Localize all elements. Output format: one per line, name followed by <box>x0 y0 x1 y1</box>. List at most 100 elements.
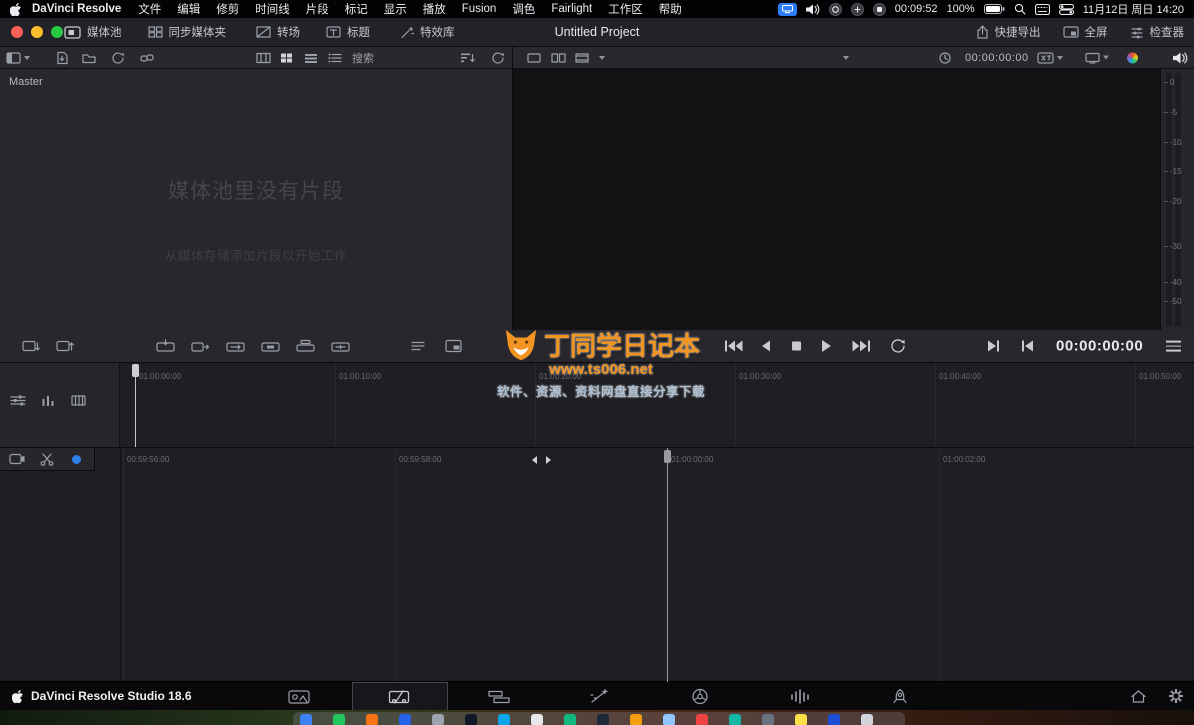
status-circle-icon-2[interactable] <box>851 3 864 16</box>
range-select-tool-icon[interactable] <box>22 339 40 353</box>
jump-to-end-icon[interactable] <box>986 340 1001 353</box>
menubar-menu-item[interactable]: 显示 <box>376 1 415 17</box>
menubar-menu-item[interactable]: Fusion <box>454 3 505 15</box>
import-media-icon[interactable] <box>56 51 68 64</box>
snapping-blue-dot-icon[interactable] <box>72 455 81 464</box>
menubar-menu-item[interactable]: 文件 <box>130 1 169 17</box>
dock-app-icon[interactable] <box>729 714 741 725</box>
dock-app-icon[interactable] <box>696 714 708 725</box>
titles-button[interactable]: 标题 <box>326 24 370 40</box>
menubar-menu-item[interactable]: 修剪 <box>208 1 247 17</box>
keyboard-input-icon[interactable] <box>1035 4 1050 15</box>
menubar-menu-item[interactable]: 片段 <box>298 1 337 17</box>
dock-app-icon[interactable] <box>762 714 774 725</box>
page-edit-button[interactable] <box>480 682 520 710</box>
append-clip-icon[interactable] <box>191 339 210 353</box>
inspector-button[interactable]: 检查器 <box>1130 24 1185 40</box>
dock-app-icon[interactable] <box>861 714 873 725</box>
minimize-window-button[interactable] <box>31 26 43 38</box>
dock-app-icon[interactable] <box>597 714 609 725</box>
home-button[interactable] <box>1118 682 1158 710</box>
menubar-menu-item[interactable]: Fairlight <box>543 3 600 15</box>
menubar-menu-item[interactable]: 调色 <box>504 1 543 17</box>
menubar-menu-item[interactable]: 播放 <box>415 1 454 17</box>
menubar-menu-item[interactable]: 工作区 <box>600 1 651 17</box>
smart-insert-icon[interactable] <box>156 339 175 353</box>
effects-library-button[interactable]: 特效库 <box>400 24 455 40</box>
search-toggle[interactable]: 搜索 <box>352 50 374 66</box>
dual-viewer-icon[interactable] <box>551 53 566 63</box>
sliders-icon[interactable] <box>10 394 26 407</box>
dock-app-icon[interactable] <box>300 714 312 725</box>
play-button[interactable] <box>820 339 832 353</box>
transitions-button[interactable]: 转场 <box>256 24 300 40</box>
status-circle-icon-1[interactable] <box>829 3 842 16</box>
track-bars-icon[interactable] <box>41 394 55 407</box>
mixer-faders-icon[interactable] <box>71 394 86 407</box>
page-fairlight-button[interactable] <box>780 682 820 710</box>
single-viewer-icon[interactable] <box>527 53 541 63</box>
prev-edit-chevron-icon[interactable] <box>532 456 537 464</box>
spotlight-icon[interactable] <box>1014 3 1026 15</box>
upper-playhead-handle[interactable] <box>132 364 139 377</box>
strip-view-icon[interactable] <box>304 52 318 63</box>
viewer-panel[interactable] <box>513 69 1160 330</box>
color-wheel-icon[interactable] <box>1127 52 1138 63</box>
page-deliver-button[interactable] <box>880 682 920 710</box>
close-up-icon[interactable] <box>261 339 280 353</box>
thumbnail-view-icon[interactable] <box>280 52 293 63</box>
next-clip-button[interactable] <box>852 340 871 353</box>
lower-playhead-line[interactable] <box>667 448 668 682</box>
list-view-icon[interactable] <box>328 52 342 63</box>
previous-clip-button[interactable] <box>724 340 743 353</box>
filmstrip-view-icon[interactable] <box>256 52 271 63</box>
film-source-icon[interactable] <box>575 53 589 63</box>
loop-playback-button[interactable] <box>890 339 907 353</box>
sync-bin-button[interactable]: 同步媒体夹 <box>148 24 227 40</box>
page-color-button[interactable] <box>680 682 720 710</box>
sort-order-icon[interactable] <box>460 52 475 63</box>
timeline-options-menu-icon[interactable] <box>1166 341 1181 352</box>
ripple-overwrite-icon[interactable] <box>226 339 245 353</box>
menubar-menu-item[interactable]: 标记 <box>337 1 376 17</box>
menubar-app-name[interactable]: DaVinci Resolve <box>23 3 130 15</box>
dock-app-icon[interactable] <box>465 714 477 725</box>
dock-app-icon[interactable] <box>531 714 543 725</box>
display-options-dropdown[interactable] <box>1085 52 1109 63</box>
control-center-icon[interactable] <box>1059 4 1074 15</box>
apple-logo-icon[interactable] <box>10 3 21 16</box>
menubar-menu-item[interactable]: 时间线 <box>247 1 298 17</box>
bin-sidebar-toggle[interactable] <box>6 52 30 64</box>
refresh-icon[interactable] <box>492 52 505 64</box>
lower-timeline[interactable]: 00:59:56:0000:59:58:0001:00:00:0001:00:0… <box>0 447 1194 681</box>
place-on-top-icon[interactable] <box>296 339 315 353</box>
dock-app-icon[interactable] <box>399 714 411 725</box>
close-window-button[interactable] <box>11 26 23 38</box>
upper-timeline[interactable]: 01:00:00:0001:00:10:0001:00:20:0001:00:3… <box>0 363 1194 447</box>
dock-app-icon[interactable] <box>432 714 444 725</box>
audio-meter-speaker-icon[interactable] <box>1173 52 1188 64</box>
bin-name-label[interactable]: Master <box>9 76 43 88</box>
trim-tool-icon[interactable] <box>56 339 74 353</box>
play-reverse-button[interactable] <box>760 340 771 353</box>
sync-clips-icon[interactable] <box>112 52 125 64</box>
new-bin-folder-icon[interactable] <box>82 52 96 63</box>
screen-mirroring-icon[interactable] <box>778 3 797 16</box>
media-pool-button[interactable]: 媒体池 <box>64 24 122 40</box>
page-media-button[interactable] <box>280 682 320 710</box>
fx-preset-dropdown[interactable] <box>1037 52 1063 64</box>
scissors-icon[interactable] <box>40 453 54 466</box>
menubar-menu-item[interactable]: 编辑 <box>169 1 208 17</box>
dock-app-icon[interactable] <box>564 714 576 725</box>
viewer-mode-dropdown[interactable] <box>599 56 605 60</box>
record-indicator-icon[interactable] <box>873 3 886 16</box>
tools-list-icon[interactable] <box>410 340 426 353</box>
media-pool-panel[interactable]: Master 媒体池里没有片段 从媒体存储添加片段以开始工作 <box>0 69 513 330</box>
dock-app-icon[interactable] <box>366 714 378 725</box>
fullscreen-button[interactable]: 全屏 <box>1063 24 1108 40</box>
zoom-window-button[interactable] <box>51 26 63 38</box>
dock-app-icon[interactable] <box>663 714 675 725</box>
dock-app-icon[interactable] <box>498 714 510 725</box>
volume-icon[interactable] <box>806 4 820 15</box>
camera-icon[interactable] <box>9 453 26 465</box>
